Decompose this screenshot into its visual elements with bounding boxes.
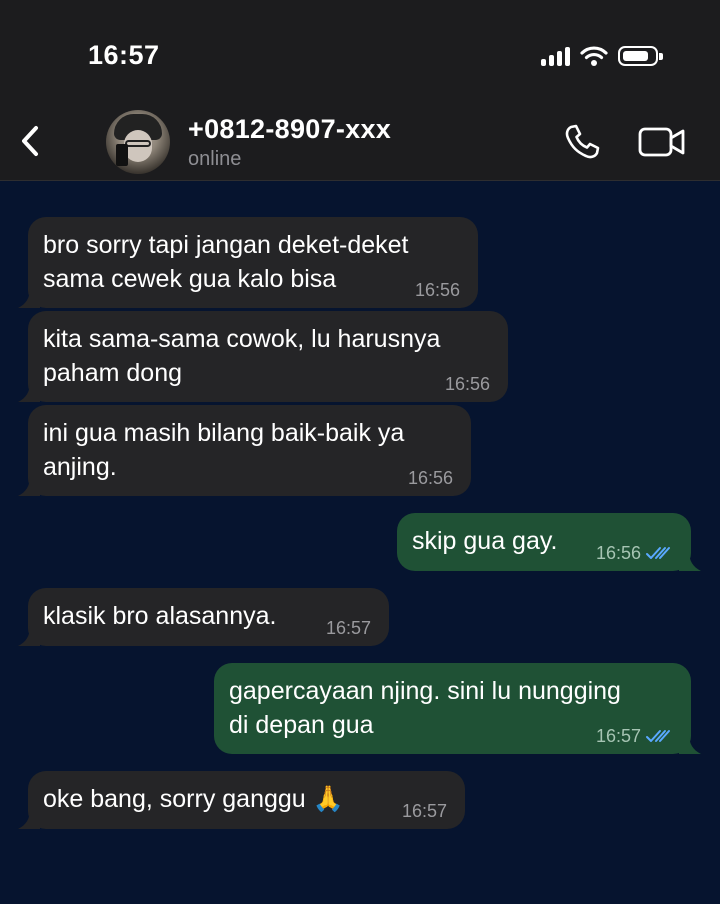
message-time: 16:56 (444, 374, 490, 394)
status-bar: 16:57 (0, 0, 720, 100)
message-time: 16:56 (414, 280, 460, 300)
battery-icon (618, 46, 663, 66)
chat-area[interactable]: bro sorry tapi jangan deket-deket sama c… (0, 181, 720, 904)
outgoing-message[interactable]: gapercayaan njing. sini lu nungging di d… (214, 663, 701, 754)
incoming-message[interactable]: ini gua masih bilang baik-baik ya anjing… (18, 405, 471, 496)
message-text-line: bro sorry tapi jangan deket-deket (43, 231, 409, 259)
bubble-tail (18, 288, 40, 308)
double-check-icon (646, 730, 670, 742)
phone-icon[interactable] (562, 122, 602, 162)
message-time: 16:57 (595, 726, 641, 746)
message-text-line: gapercayaan njing. sini lu nungging (229, 677, 621, 705)
incoming-message[interactable]: klasik bro alasannya. 16:57 (18, 588, 389, 646)
message-text-line: kita sama-sama cowok, lu harusnya (43, 325, 441, 353)
wifi-icon (580, 46, 608, 66)
bubble-tail (18, 382, 40, 402)
incoming-message[interactable]: kita sama-sama cowok, lu harusnya paham … (18, 311, 508, 402)
video-camera-icon[interactable] (638, 124, 686, 160)
message-time: 16:56 (595, 543, 641, 563)
message-time: 16:56 (407, 468, 453, 488)
bubble-tail (18, 809, 40, 829)
bubble-tail (18, 476, 40, 496)
message-time: 16:57 (325, 618, 371, 638)
message-text-line: klasik bro alasannya. (43, 602, 277, 630)
incoming-message[interactable]: bro sorry tapi jangan deket-deket sama c… (18, 217, 478, 308)
message-text-line: oke bang, sorry ganggu 🙏 (43, 785, 344, 813)
status-icons (541, 44, 663, 68)
outgoing-message[interactable]: skip gua gay. 16:56 (397, 513, 701, 571)
bubble-tail (679, 734, 701, 754)
incoming-message[interactable]: oke bang, sorry ganggu 🙏 16:57 (18, 771, 465, 829)
bubble-tail (18, 626, 40, 646)
message-text-line: ini gua masih bilang baik-baik ya (43, 419, 405, 447)
status-time: 16:57 (88, 40, 160, 70)
cellular-signal-icon (541, 46, 570, 66)
double-check-icon (646, 547, 670, 559)
contact-name[interactable]: +0812-8907-xxx (188, 114, 391, 145)
message-text-line: sama cewek gua kalo bisa (43, 265, 337, 293)
bubble-tail (679, 551, 701, 571)
chat-header: +0812-8907-xxx online (0, 100, 720, 181)
chevron-left-icon[interactable] (16, 122, 46, 160)
message-text-line: anjing. (43, 453, 117, 481)
message-time: 16:57 (401, 801, 447, 821)
message-text-line: paham dong (43, 359, 183, 387)
avatar[interactable] (106, 110, 170, 174)
contact-status: online (188, 148, 242, 170)
